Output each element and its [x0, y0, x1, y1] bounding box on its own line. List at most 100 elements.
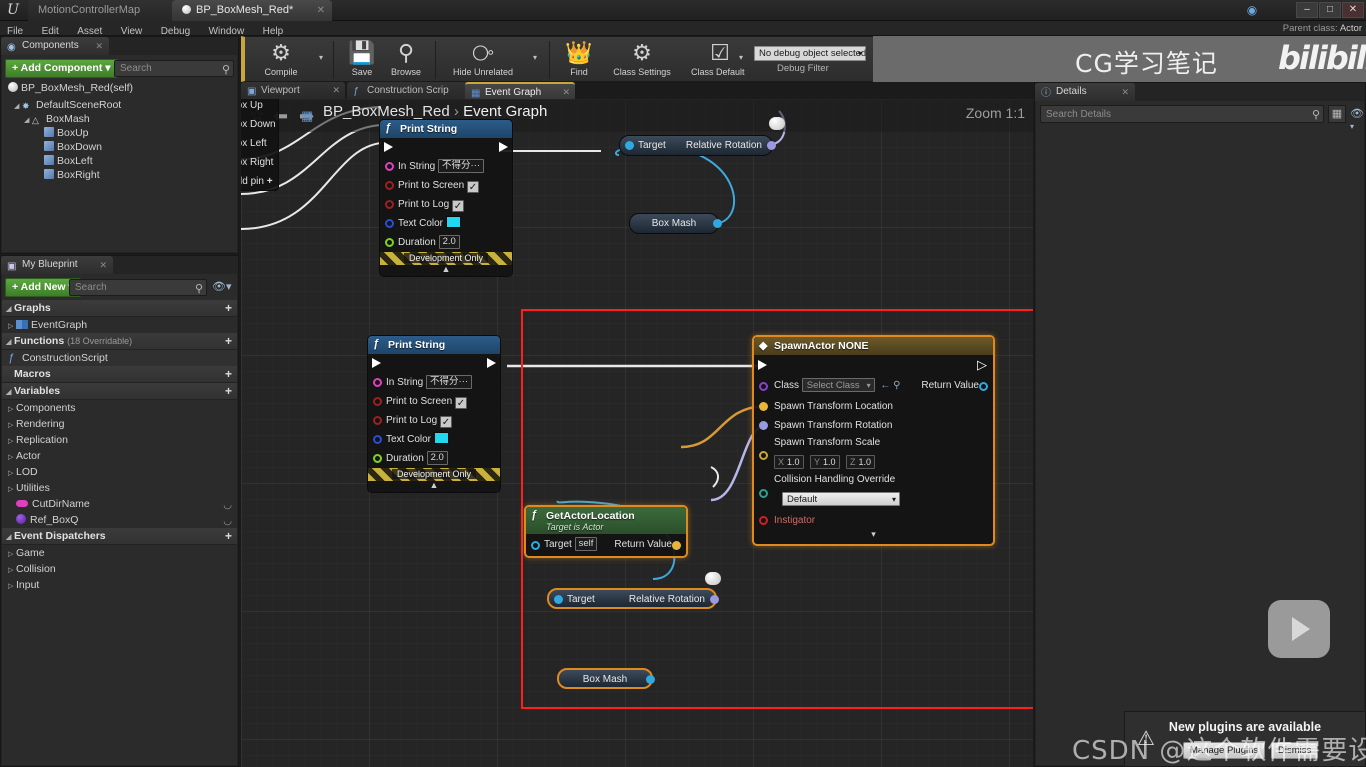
spawn-transform-location-pin[interactable]: [759, 402, 768, 411]
variable-category-lod[interactable]: ▷ LOD: [2, 464, 237, 480]
node-title-bar[interactable]: ƒ GetActorLocation Target is Actor: [526, 507, 686, 534]
in-string-pin[interactable]: [373, 378, 382, 387]
component-tree-item-boxdown[interactable]: BoxDown: [2, 140, 237, 154]
node-title-bar[interactable]: ƒ Print String: [380, 120, 512, 138]
variable-category-actor[interactable]: ▷ Actor: [2, 448, 237, 464]
component-tree-item-defaultsceneroot[interactable]: ◢ ✸ DefaultSceneRoot: [2, 98, 237, 112]
add-graph-button[interactable]: +: [225, 300, 232, 317]
node-spawn-actor[interactable]: ◆ SpawnActor NONE ▷ Class Select Class ▾…: [752, 335, 995, 546]
node-relative-rotation-top[interactable]: Target Relative Rotation: [619, 135, 776, 156]
add-component-button[interactable]: + Add Component ▾: [5, 59, 118, 78]
spawn-transform-rotation-pin[interactable]: [759, 421, 768, 430]
node-get-actor-location[interactable]: ƒ GetActorLocation Target is Actor Targe…: [524, 505, 688, 558]
box-mash-out-pin[interactable]: [713, 219, 722, 228]
section-header-macros[interactable]: Macros +: [2, 366, 237, 383]
collapse-node-arrow[interactable]: ▲: [380, 265, 512, 276]
browse-asset-icon[interactable]: ⚲: [893, 380, 900, 391]
my-blueprint-search-input[interactable]: Search ⚲: [69, 279, 207, 296]
return-value-pin[interactable]: [979, 382, 988, 391]
text-color-pin[interactable]: [385, 219, 394, 228]
dispatcher-category-collision[interactable]: ▷ Collision: [2, 561, 237, 577]
node-title-bar[interactable]: ◆ SpawnActor NONE: [754, 337, 993, 355]
component-tree-item-boxright[interactable]: BoxRight: [2, 168, 237, 182]
expander-icon[interactable]: ◢: [14, 100, 22, 114]
duration-input[interactable]: 2.0: [426, 451, 448, 465]
visibility-eye-icon[interactable]: 👁▾: [212, 280, 232, 293]
tab-construction-script[interactable]: ƒConstruction Scrip ✕: [347, 82, 479, 99]
chevron-down-icon[interactable]: ▾: [739, 53, 743, 62]
exec-out-pin[interactable]: [487, 358, 496, 368]
components-search-input[interactable]: Search ⚲: [114, 60, 234, 77]
print-to-screen-checkbox[interactable]: ✓: [466, 181, 479, 193]
fragment-row-boxdown[interactable]: Box Down: [241, 115, 278, 134]
target-pin[interactable]: [625, 141, 634, 150]
window-tab-bp-boxmesh-red[interactable]: BP_BoxMesh_Red* ✕: [172, 0, 332, 21]
chevron-down-icon[interactable]: ▾: [319, 53, 323, 62]
print-to-log-checkbox[interactable]: ✓: [451, 200, 464, 212]
class-pin[interactable]: [759, 382, 768, 391]
variable-category-replication[interactable]: ▷ Replication: [2, 432, 237, 448]
spawn-transform-scale-pin[interactable]: [759, 451, 768, 460]
node-box-mash-top[interactable]: Box Mash: [629, 213, 722, 234]
close-icon[interactable]: ✕: [1121, 83, 1129, 101]
debug-object-select[interactable]: No debug object selected ▾: [754, 46, 866, 61]
chevron-down-icon[interactable]: ▾: [533, 53, 537, 62]
expander-icon[interactable]: ◢: [6, 301, 14, 318]
variable-category-components[interactable]: ▷ Components: [2, 400, 237, 416]
column-layout-icon[interactable]: ▦: [1328, 105, 1346, 123]
expander-icon[interactable]: ◢: [6, 529, 14, 546]
components-panel-tab[interactable]: ◉ Components ✕: [1, 37, 109, 55]
section-header-functions[interactable]: ◢ Functions (18 Overridable) +: [2, 333, 237, 350]
add-variable-button[interactable]: +: [225, 383, 232, 400]
details-panel-tab[interactable]: ⓘ Details ✕: [1035, 83, 1135, 101]
close-icon[interactable]: ✕: [95, 37, 103, 55]
in-string-pin[interactable]: [385, 162, 394, 171]
my-blueprint-item-constructionscript[interactable]: ƒ ConstructionScript: [2, 350, 237, 366]
print-to-log-pin[interactable]: [373, 416, 382, 425]
tab-event-graph[interactable]: ▦ Event Graph ✕: [465, 82, 575, 99]
in-string-input[interactable]: 不得分···: [438, 159, 485, 173]
class-settings-button[interactable]: ⚙ Class Settings: [603, 39, 681, 77]
my-blueprint-item-eventgraph[interactable]: ▷ EventGraph: [2, 317, 237, 333]
expand-node-arrow[interactable]: ▾: [754, 530, 993, 542]
dispatcher-category-input[interactable]: ▷ Input: [2, 577, 237, 593]
node-box-mash-bottom[interactable]: Box Mash: [557, 668, 655, 689]
collision-handling-select[interactable]: Default ▾: [782, 492, 900, 506]
relative-rotation-out-pin[interactable]: [767, 141, 776, 150]
duration-pin[interactable]: [373, 454, 382, 463]
details-search-input[interactable]: Search Details ⚲: [1040, 105, 1324, 123]
breadcrumb-root[interactable]: BP_BoxMesh_Red: [323, 103, 450, 120]
variable-ref-boxq[interactable]: Ref_BoxQ ◡: [2, 512, 237, 528]
scale-x-input[interactable]: X 1.0: [774, 455, 804, 469]
relative-rotation-out-pin[interactable]: [710, 595, 719, 604]
visibility-eye-icon[interactable]: 👁▾: [1350, 107, 1364, 132]
close-icon[interactable]: ✕: [99, 256, 107, 274]
print-to-screen-checkbox[interactable]: ✓: [454, 397, 467, 409]
collision-handling-pin[interactable]: [759, 489, 768, 498]
component-tree-item-boxup[interactable]: BoxUp: [2, 126, 237, 140]
print-to-log-checkbox[interactable]: ✓: [439, 416, 452, 428]
target-pin[interactable]: [554, 595, 563, 604]
use-selected-asset-icon[interactable]: ←: [880, 380, 890, 391]
close-button[interactable]: ✕: [1342, 2, 1364, 18]
search-magnifier-icon[interactable]: ⚲: [1312, 107, 1320, 124]
search-magnifier-icon[interactable]: ⚲: [222, 62, 230, 78]
add-macro-button[interactable]: +: [225, 366, 232, 383]
add-event-dispatcher-button[interactable]: +: [225, 528, 232, 545]
node-relative-rotation-bottom[interactable]: Target Relative Rotation: [547, 588, 719, 609]
node-title-bar[interactable]: ƒ Print String: [368, 336, 500, 354]
close-icon[interactable]: ✕: [317, 0, 325, 21]
hide-unrelated-button[interactable]: ⧂ Hide Unrelated: [441, 39, 525, 77]
knot-node-top[interactable]: [769, 117, 785, 130]
variable-category-utilities[interactable]: ▷ Utilities: [2, 480, 237, 496]
box-mash-out-pin[interactable]: [646, 675, 655, 684]
event-graph-canvas[interactable]: BLUEPRINT ☆ ⬅: [241, 99, 1033, 767]
expander-icon[interactable]: ▷: [8, 579, 16, 595]
in-string-input[interactable]: 不得分···: [426, 375, 473, 389]
node-print-string-mid[interactable]: ƒ Print String In String 不得分··· Print to…: [367, 335, 501, 493]
target-value[interactable]: self: [574, 537, 598, 551]
scale-y-input[interactable]: Y 1.0: [809, 455, 840, 469]
multigate-fragment-node[interactable]: Box Up Box Down Box Left Box Right Add p…: [241, 99, 279, 191]
save-button[interactable]: 💾 Save: [341, 39, 383, 77]
fragment-add-pin[interactable]: Add pin +: [241, 172, 278, 191]
